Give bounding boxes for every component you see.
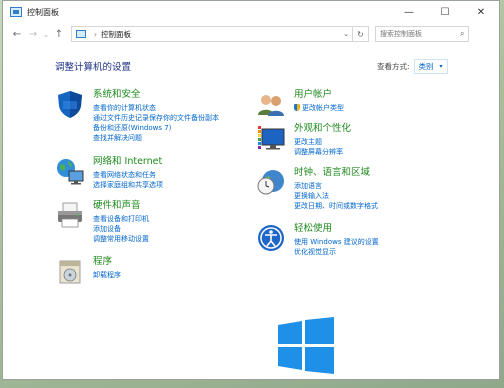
- search-icon: ⌕: [460, 29, 465, 38]
- close-button[interactable]: ✕: [463, 1, 499, 23]
- link-change-input-method[interactable]: 更换输入法: [294, 191, 378, 201]
- link-change-account-type[interactable]: 更改帐户类型: [294, 103, 344, 113]
- category-title[interactable]: 系统和安全: [93, 89, 219, 101]
- watermark-brand: Win10 之家: [350, 327, 484, 352]
- link-add-language[interactable]: 添加语言: [294, 181, 378, 191]
- programs-icon[interactable]: [55, 256, 85, 286]
- link-date-time-format[interactable]: 更改日期、时间或数字格式: [294, 201, 378, 211]
- link-file-history[interactable]: 通过文件历史记录保存你的文件备份副本: [93, 113, 219, 123]
- back-button[interactable]: ←: [9, 29, 25, 40]
- clock-globe-icon[interactable]: [256, 167, 286, 197]
- category-ease-of-access: 轻松使用 使用 Windows 建议的设置 优化视觉显示: [256, 223, 379, 257]
- category-appearance: 外观和个性化 更改主题 调整屏幕分辨率: [256, 123, 351, 157]
- category-title[interactable]: 外观和个性化: [294, 123, 351, 135]
- title-bar: 控制面板 — ☐ ✕: [3, 1, 499, 23]
- network-globe-icon[interactable]: [55, 156, 85, 186]
- chevron-down-icon: ▾: [439, 63, 443, 70]
- watermark-url: www.win10xitong.com: [352, 355, 454, 365]
- link-optimize-display[interactable]: 优化视觉显示: [294, 247, 379, 257]
- appearance-icon[interactable]: [256, 123, 286, 153]
- link-uninstall-program[interactable]: 卸载程序: [93, 270, 121, 280]
- breadcrumb-chevron-icon: ›: [94, 29, 97, 39]
- link-screen-resolution[interactable]: 调整屏幕分辨率: [294, 147, 351, 157]
- search-input[interactable]: [376, 29, 460, 39]
- view-by-label: 查看方式:: [377, 62, 410, 71]
- address-bar[interactable]: › 控制面板 ⌄: [71, 26, 353, 42]
- category-title[interactable]: 轻松使用: [294, 223, 379, 235]
- navigation-bar: ← → ⌄ ↑ › 控制面板 ⌄ ↻ ⌕: [3, 23, 499, 45]
- uac-shield-icon: [294, 104, 300, 111]
- view-by-dropdown[interactable]: 类别 ▾: [413, 59, 448, 74]
- category-title[interactable]: 网络和 Internet: [93, 156, 163, 168]
- refresh-button[interactable]: ↻: [353, 26, 369, 42]
- users-icon[interactable]: [256, 89, 286, 119]
- page-heading: 调整计算机的设置: [55, 62, 132, 73]
- category-hardware-sound: 硬件和声音 查看设备和打印机 添加设备 调整常用移动设置: [55, 200, 149, 244]
- forward-button[interactable]: →: [25, 29, 41, 40]
- view-by-control: 查看方式: 类别 ▾: [377, 59, 448, 74]
- link-recommended-settings[interactable]: 使用 Windows 建议的设置: [294, 237, 379, 247]
- category-title[interactable]: 硬件和声音: [93, 200, 149, 212]
- address-dropdown-icon[interactable]: ⌄: [340, 30, 352, 38]
- link-text: 更改帐户类型: [302, 104, 344, 112]
- link-devices-printers[interactable]: 查看设备和打印机: [93, 214, 149, 224]
- ease-of-access-icon[interactable]: [256, 223, 286, 253]
- category-clock-language-region: 时钟、语言和区域 添加语言 更换输入法 更改日期、时间或数字格式: [256, 167, 378, 211]
- minimize-button[interactable]: —: [391, 1, 427, 23]
- window-title: 控制面板: [27, 7, 59, 17]
- link-backup-restore[interactable]: 备份和还原(Windows 7): [93, 123, 219, 133]
- view-by-value: 类别: [418, 62, 434, 71]
- search-box[interactable]: ⌕: [375, 26, 469, 42]
- category-user-accounts: 用户帐户 更改帐户类型: [256, 89, 344, 119]
- system-security-shield-icon[interactable]: [55, 89, 85, 119]
- watermark: Win10 之家 www.win10xitong.com: [270, 315, 504, 388]
- windows-logo-icon: [278, 317, 334, 374]
- link-mobility-settings[interactable]: 调整常用移动设置: [93, 234, 149, 244]
- category-network-internet: 网络和 Internet 查看网络状态和任务 选择家庭组和共享选项: [55, 156, 163, 190]
- link-troubleshoot[interactable]: 查找并解决问题: [93, 133, 219, 143]
- category-system-security: 系统和安全 查看你的计算机状态 通过文件历史记录保存你的文件备份副本 备份和还原…: [55, 89, 219, 143]
- category-title[interactable]: 程序: [93, 256, 121, 268]
- printer-icon[interactable]: [55, 200, 85, 230]
- category-title[interactable]: 用户帐户: [294, 89, 344, 101]
- link-add-device[interactable]: 添加设备: [93, 224, 149, 234]
- control-panel-icon: [76, 30, 86, 38]
- link-homegroup-sharing[interactable]: 选择家庭组和共享选项: [93, 180, 163, 190]
- category-programs: 程序 卸载程序: [55, 256, 121, 286]
- link-view-computer-status[interactable]: 查看你的计算机状态: [93, 103, 219, 113]
- link-network-status[interactable]: 查看网络状态和任务: [93, 170, 163, 180]
- up-button[interactable]: ↑: [51, 29, 67, 40]
- breadcrumb-control-panel[interactable]: 控制面板: [101, 29, 340, 40]
- maximize-button[interactable]: ☐: [427, 1, 463, 23]
- category-title[interactable]: 时钟、语言和区域: [294, 167, 378, 179]
- control-panel-icon: [10, 7, 22, 17]
- recent-locations-button[interactable]: ⌄: [41, 30, 51, 39]
- link-change-theme[interactable]: 更改主题: [294, 137, 351, 147]
